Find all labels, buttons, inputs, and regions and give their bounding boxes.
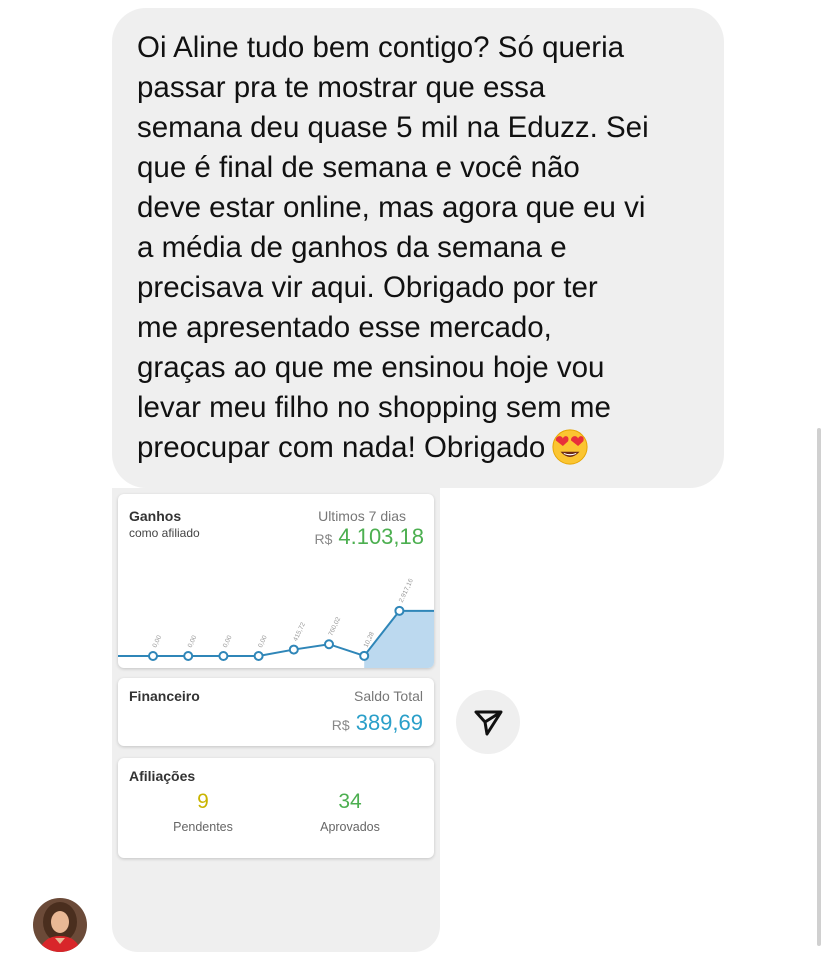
saldo-total: R$ 389,69 — [332, 710, 423, 736]
chart-point — [288, 644, 299, 655]
ganhos-period: Ultimos 7 dias — [318, 508, 406, 524]
chart-area — [364, 610, 434, 668]
chart-data-label: 2.917,16 — [398, 578, 415, 604]
aprovados-value: 34 — [338, 790, 362, 813]
pendentes-label: Pendentes — [173, 820, 233, 834]
chart-data-label: 0,00 — [257, 634, 269, 649]
ganhos-total: R$ 4.103,18 — [314, 524, 424, 550]
aprovados-stat: 34 Aprovados — [290, 790, 410, 834]
paper-plane-icon — [474, 710, 503, 736]
chart-data-label: 415,72 — [292, 621, 307, 642]
saldo-amount: 389,69 — [355, 710, 423, 735]
chart-data-label: 0,00 — [187, 634, 199, 649]
ganhos-card: Ganhos como afiliado Ultimos 7 dias R$ 4.… — [118, 494, 434, 668]
chart-point — [148, 651, 158, 661]
avatar-image — [33, 898, 87, 952]
message-bubble: Oi Aline tudo bem contigo? Só queria pas… — [112, 8, 724, 488]
chart-point — [218, 651, 229, 661]
pendentes-value: 9 — [197, 790, 209, 813]
saldo-currency: R$ — [331, 717, 350, 733]
chart-point — [394, 605, 405, 616]
image-message[interactable]: Ganhos como afiliado Ultimos 7 dias R$ 4.… — [112, 488, 440, 952]
share-button[interactable] — [456, 690, 520, 754]
chart-point — [359, 650, 370, 661]
message-text: Oi Aline tudo bem contigo? Só queria pas… — [137, 31, 649, 464]
chart-point — [324, 639, 334, 650]
chart-data-label: 0,00 — [151, 634, 163, 649]
ganhos-title: Ganhos — [129, 508, 182, 524]
pendentes-stat: 9 Pendentes — [143, 790, 263, 834]
ganhos-subtitle: como afiliado — [129, 526, 200, 540]
afiliacoes-card: Afiliações 9 Pendentes 34 Aprovados — [118, 758, 434, 858]
ganhos-chart: 0,00 0,00 0,00 0,00 415,72 760,0210,282.917,1… — [118, 578, 434, 668]
scrollbar[interactable] — [817, 428, 821, 946]
ganhos-currency: R$ — [314, 531, 333, 547]
heart-eyes-emoji-icon — [552, 429, 588, 465]
afiliacoes-title: Afiliações — [129, 768, 196, 784]
chart-data-label: 0,00 — [222, 634, 234, 649]
financeiro-card: Financeiro Saldo Total R$ 389,69 — [118, 678, 434, 746]
aprovados-label: Aprovados — [320, 820, 380, 834]
ganhos-amount: 4.103,18 — [338, 524, 424, 549]
chart-data-label: 760,02 — [327, 616, 342, 637]
chart-point — [183, 651, 194, 661]
financeiro-title: Financeiro — [129, 688, 200, 704]
saldo-label: Saldo Total — [353, 688, 423, 704]
user-avatar[interactable] — [33, 898, 87, 952]
chart-point — [253, 651, 264, 661]
